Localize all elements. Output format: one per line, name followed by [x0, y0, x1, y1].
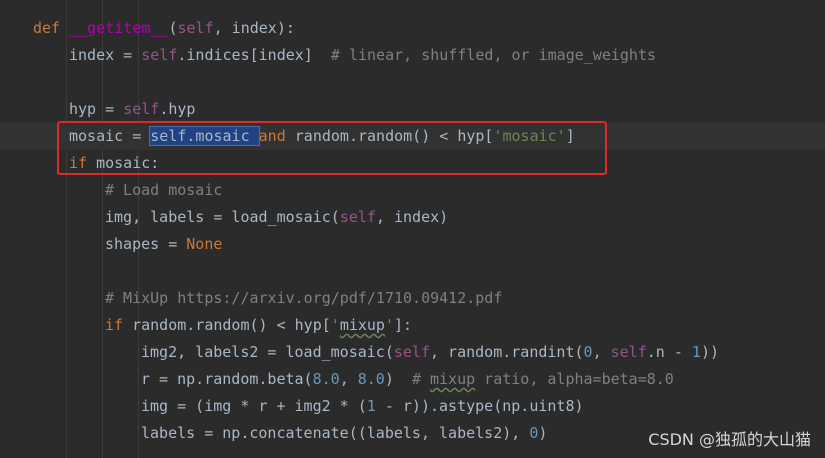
code-token: __getitem__ [69, 19, 169, 37]
code-line[interactable] [0, 69, 825, 96]
code-line[interactable] [0, 258, 825, 285]
code-token: # Load mosaic [105, 181, 223, 199]
code-token: ( [168, 19, 178, 37]
code-token: def [33, 19, 70, 37]
code-token: )) [700, 343, 719, 361]
code-token: .indices[index] [177, 46, 331, 64]
code-token: 0 [529, 424, 539, 442]
code-token: img = (img * r + img2 * ( [141, 397, 367, 415]
code-token: random.random() < hyp[ [132, 316, 331, 334]
code-token: index = [69, 46, 142, 64]
code-token: ' [330, 316, 340, 334]
code-token: , random.randint( [430, 343, 584, 361]
code-token: mixup [430, 370, 476, 388]
code-token: # MixUp https://arxiv.org/pdf/1710.09412… [105, 289, 503, 307]
code-token: self [339, 208, 376, 226]
code-token: self [177, 19, 214, 37]
code-line[interactable]: index = self.indices[index] # linear, sh… [0, 42, 825, 69]
code-token: labels = np.concatenate((labels, labels2… [141, 424, 530, 442]
code-token: None [186, 235, 223, 253]
code-token: self [393, 343, 430, 361]
watermark: CSDN @独孤的大山猫 [648, 430, 811, 449]
code-token: 8.0 [312, 370, 340, 388]
code-token: 0 [583, 343, 593, 361]
code-token: ) [538, 424, 548, 442]
code-token: self [123, 100, 160, 118]
code-token: ]: [394, 316, 413, 334]
code-token: .hyp [159, 100, 196, 118]
code-line[interactable]: r = np.random.beta(8.0, 8.0) # mixup rat… [0, 366, 825, 393]
code-token: , [339, 370, 358, 388]
code-line[interactable]: img = (img * r + img2 * (1 - r)).astype(… [0, 393, 825, 420]
code-token: 1 [691, 343, 701, 361]
code-token: self [141, 46, 178, 64]
code-token: mixup [339, 316, 385, 334]
code-token: , index): [213, 19, 295, 37]
code-line[interactable]: # MixUp https://arxiv.org/pdf/1710.09412… [0, 285, 825, 312]
code-token: - r)).astype(np.uint8) [375, 397, 584, 415]
code-token: r = np.random.beta( [141, 370, 313, 388]
code-line[interactable]: if random.random() < hyp['mixup']: [0, 312, 825, 339]
code-token: ) [384, 370, 412, 388]
code-token: 8.0 [357, 370, 385, 388]
code-token: shapes = [105, 235, 187, 253]
code-token: if [105, 316, 133, 334]
code-line[interactable]: def __getitem__(self, index): [0, 15, 825, 42]
code-token: 1 [366, 397, 376, 415]
code-line[interactable]: # Load mosaic [0, 177, 825, 204]
code-line[interactable]: img, labels = load_mosaic(self, index) [0, 204, 825, 231]
code-token: , [592, 343, 611, 361]
code-token: hyp = [69, 100, 124, 118]
code-token: # linear, shuffled, or image_weights [330, 46, 657, 64]
code-line[interactable]: shapes = None [0, 231, 825, 258]
code-line[interactable]: img2, labels2 = load_mosaic(self, random… [0, 339, 825, 366]
code-token: ratio, alpha=beta=8.0 [475, 370, 674, 388]
code-token: .n - [646, 343, 692, 361]
code-token: ' [384, 316, 394, 334]
code-editor[interactable]: def __getitem__(self, index): index = sel… [0, 0, 825, 458]
highlight-annotation-box [57, 121, 607, 175]
code-token: img, labels = load_mosaic( [105, 208, 340, 226]
code-line[interactable]: hyp = self.hyp [0, 96, 825, 123]
code-token: self [610, 343, 647, 361]
code-token: img2, labels2 = load_mosaic( [141, 343, 394, 361]
code-token: # [411, 370, 430, 388]
code-token: , index) [375, 208, 449, 226]
